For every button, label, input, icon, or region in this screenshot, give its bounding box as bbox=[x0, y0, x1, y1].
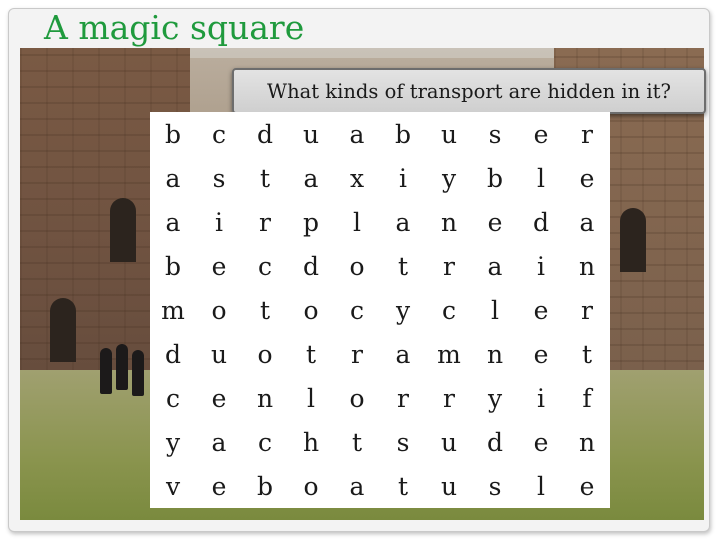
grid-cell: d bbox=[256, 119, 273, 149]
arched-window bbox=[110, 198, 136, 262]
grid-cell: t bbox=[259, 163, 271, 193]
grid-cell: u bbox=[440, 427, 458, 457]
grid-cell: i bbox=[215, 207, 223, 237]
grid-cell: i bbox=[399, 163, 407, 193]
grid-cell: c bbox=[211, 119, 226, 149]
grid-cell: r bbox=[581, 295, 593, 325]
grid-cell: a bbox=[303, 163, 319, 193]
grid-cell: x bbox=[349, 163, 365, 193]
grid-cell: b bbox=[486, 163, 503, 193]
grid-cell: s bbox=[212, 163, 226, 193]
grid-cell: b bbox=[256, 471, 273, 501]
grid-cell: y bbox=[441, 163, 457, 193]
grid-cell: b bbox=[394, 119, 411, 149]
grid-cell: r bbox=[581, 119, 593, 149]
grid-cell: l bbox=[353, 207, 361, 237]
grid-cell: l bbox=[491, 295, 499, 325]
grid-cell: v bbox=[165, 471, 181, 501]
grid-cell: p bbox=[302, 207, 319, 237]
grid-cell: m bbox=[437, 339, 461, 369]
grid-cell: n bbox=[440, 207, 458, 237]
grid-cell: d bbox=[532, 207, 549, 237]
grid-cell: r bbox=[443, 251, 455, 281]
arched-window bbox=[620, 208, 646, 272]
grid-cell: t bbox=[259, 295, 271, 325]
grid-cell: e bbox=[487, 207, 503, 237]
grid-cell: s bbox=[488, 119, 502, 149]
grid-cell: c bbox=[257, 251, 272, 281]
grid-cell: t bbox=[397, 251, 409, 281]
arched-window bbox=[50, 298, 76, 362]
grid-cell: h bbox=[302, 427, 320, 457]
grid-cell: c bbox=[441, 295, 456, 325]
grid-cell: t bbox=[351, 427, 363, 457]
grid-cell: n bbox=[578, 251, 596, 281]
grid-cell: e bbox=[533, 295, 549, 325]
letter-grid: bcduabuserastaxiybleairplanedabecdotrain… bbox=[150, 112, 610, 508]
grid-cell: n bbox=[578, 427, 596, 457]
grid-cell: t bbox=[305, 339, 317, 369]
grid-cell: i bbox=[537, 251, 545, 281]
grid-cell: a bbox=[395, 207, 411, 237]
grid-cell: e bbox=[533, 119, 549, 149]
grid-cell: s bbox=[396, 427, 410, 457]
grid-cell: b bbox=[164, 251, 181, 281]
grid-cell: c bbox=[257, 427, 272, 457]
grid-cell: l bbox=[307, 383, 315, 413]
grid-cell: d bbox=[164, 339, 181, 369]
grid-cell: e bbox=[579, 471, 595, 501]
grid-cell: u bbox=[440, 119, 458, 149]
grid-cell: u bbox=[440, 471, 458, 501]
grid-cell: l bbox=[537, 163, 545, 193]
grid-cell: e bbox=[533, 339, 549, 369]
grid-cell: u bbox=[302, 119, 320, 149]
grid-cell: a bbox=[487, 251, 503, 281]
grid-cell: b bbox=[164, 119, 181, 149]
grid-cell: o bbox=[257, 339, 273, 369]
grid-cell: a bbox=[211, 427, 227, 457]
grid-cell: f bbox=[582, 383, 592, 413]
grid-cell: e bbox=[533, 427, 549, 457]
grid-cell: o bbox=[349, 251, 365, 281]
grid-cell: m bbox=[161, 295, 185, 325]
person-figure bbox=[132, 350, 144, 396]
grid-cell: u bbox=[210, 339, 228, 369]
grid-cell: a bbox=[395, 339, 411, 369]
grid-cell: r bbox=[351, 339, 363, 369]
grid-cell: o bbox=[303, 295, 319, 325]
grid-cell: e bbox=[211, 251, 227, 281]
grid-cell: e bbox=[579, 163, 595, 193]
grid-cell: a bbox=[165, 163, 181, 193]
grid-cell: y bbox=[395, 295, 411, 325]
grid-cell: c bbox=[349, 295, 364, 325]
grid-cell: a bbox=[165, 207, 181, 237]
grid-cell: d bbox=[486, 427, 503, 457]
grid-cell: s bbox=[488, 471, 502, 501]
grid-cell: e bbox=[211, 471, 227, 501]
grid-cell: n bbox=[486, 339, 504, 369]
grid-cell: y bbox=[487, 383, 503, 413]
grid-cell: a bbox=[349, 119, 365, 149]
grid-cell: d bbox=[302, 251, 319, 281]
grid-cell: c bbox=[165, 383, 180, 413]
grid-cell: a bbox=[349, 471, 365, 501]
grid-cell: o bbox=[349, 383, 365, 413]
person-figure bbox=[100, 348, 112, 394]
grid-cell: l bbox=[537, 471, 545, 501]
grid-cell: o bbox=[211, 295, 227, 325]
question-banner: What kinds of transport are hidden in it… bbox=[232, 68, 706, 114]
grid-cell: n bbox=[256, 383, 274, 413]
slide-title: A magic square bbox=[44, 8, 305, 47]
grid-cell: e bbox=[211, 383, 227, 413]
person-figure bbox=[116, 344, 128, 390]
grid-cell: t bbox=[581, 339, 593, 369]
grid-cell: r bbox=[397, 383, 409, 413]
grid-cell: r bbox=[443, 383, 455, 413]
grid-cell: r bbox=[259, 207, 271, 237]
grid-cell: t bbox=[397, 471, 409, 501]
grid-cell: a bbox=[579, 207, 595, 237]
grid-cell: i bbox=[537, 383, 545, 413]
grid-cell: y bbox=[165, 427, 181, 457]
grid-cell: o bbox=[303, 471, 319, 501]
